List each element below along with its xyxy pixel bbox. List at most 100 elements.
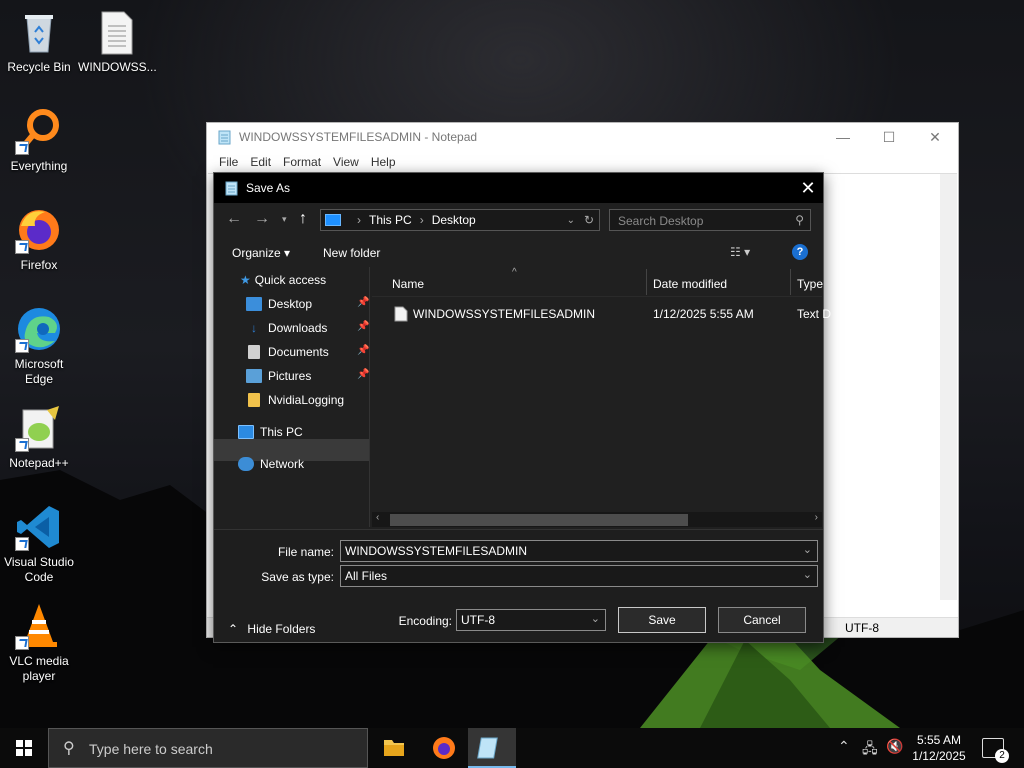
file-name-input[interactable]: WINDOWSSYSTEMFILESADMIN ⌄	[340, 540, 818, 562]
notepad-title: WINDOWSSYSTEMFILESADMIN - Notepad	[239, 130, 478, 144]
desktop-icon-visual-studio-code[interactable]: Visual Studio Code	[1, 503, 77, 585]
breadcrumb-this-pc[interactable]: This PC	[369, 213, 412, 227]
sidebar-item-nvidialogging[interactable]: NvidiaLogging	[246, 389, 344, 411]
table-row[interactable]: WINDOWSSYSTEMFILESADMIN 1/12/2025 5:55 A…	[372, 303, 831, 325]
chevron-down-icon[interactable]: ⌄	[591, 612, 600, 625]
sidebar-item-downloads[interactable]: ↓ Downloads	[246, 317, 327, 339]
chevron-down-icon[interactable]: ⌄	[803, 543, 812, 556]
chevron-down-icon[interactable]: ⌄	[567, 215, 575, 226]
new-folder-button[interactable]: New folder	[323, 246, 380, 260]
sidebar-label: Pictures	[268, 369, 312, 383]
start-button[interactable]	[0, 728, 48, 768]
taskbar-firefox[interactable]	[420, 728, 468, 768]
scroll-left-icon[interactable]: ‹	[376, 512, 379, 523]
sidebar-item-network[interactable]: Network	[238, 453, 304, 475]
column-date-modified[interactable]: Date modified	[653, 277, 727, 291]
column-divider[interactable]	[790, 269, 791, 295]
recent-chevron-down-icon[interactable]: ▾	[282, 209, 287, 229]
search-input[interactable]: Search Desktop ⚲	[609, 209, 811, 231]
notepad-icon	[477, 737, 498, 759]
pin-icon[interactable]: 📌	[357, 297, 369, 308]
breadcrumb-desktop[interactable]: Desktop	[432, 213, 476, 227]
shortcut-arrow-icon	[15, 240, 29, 254]
desktop-icon-label: Notepad++	[9, 456, 69, 470]
notepad-icon	[218, 130, 231, 145]
encoding-select[interactable]: UTF-8 ⌄	[456, 609, 606, 631]
desktop-icon-label: Everything	[10, 159, 68, 173]
search-icon: ⚲	[795, 213, 804, 227]
notepad-icon	[225, 181, 238, 196]
notification-count: 2	[995, 749, 1009, 763]
firefox-icon	[433, 737, 455, 759]
back-arrow-icon[interactable]: ←	[226, 209, 242, 229]
refresh-icon[interactable]: ↻	[584, 213, 594, 227]
menu-edit[interactable]: Edit	[244, 155, 277, 169]
desktop-icon-vlc[interactable]: VLC media player	[1, 602, 77, 684]
pin-icon[interactable]: 📌	[357, 321, 369, 332]
desktop-icon-recycle-bin[interactable]: Recycle Bin	[1, 8, 77, 75]
vscode-icon	[15, 503, 63, 551]
column-divider[interactable]	[646, 269, 647, 295]
sidebar-item-quick-access[interactable]: ★ Quick access	[240, 269, 326, 291]
save-as-type-select[interactable]: All Files ⌄	[340, 565, 818, 587]
taskbar-notepad[interactable]	[468, 728, 516, 768]
desktop-icon-notepad-plus-plus[interactable]: Notepad++	[1, 404, 77, 471]
menu-file[interactable]: File	[213, 155, 244, 169]
shortcut-arrow-icon	[15, 339, 29, 353]
taskbar-file-explorer[interactable]	[370, 728, 418, 768]
volume-muted-icon[interactable]: 🔇	[886, 738, 903, 768]
notepad-titlebar[interactable]: WINDOWSSYSTEMFILESADMIN - Notepad — ☐ ✕	[207, 123, 958, 151]
sidebar-item-pictures[interactable]: Pictures	[246, 365, 311, 387]
forward-arrow-icon[interactable]: →	[254, 209, 270, 229]
help-icon[interactable]: ?	[792, 244, 808, 260]
edge-icon	[15, 305, 63, 353]
cancel-button[interactable]: Cancel	[718, 607, 806, 633]
desktop-icon-microsoft-edge[interactable]: Microsoft Edge	[1, 305, 77, 387]
close-button[interactable]: ✕	[912, 129, 958, 146]
this-pc-icon	[325, 214, 341, 226]
system-clock[interactable]: 5:55 AM 1/12/2025	[905, 732, 973, 764]
status-encoding: UTF-8	[845, 621, 879, 635]
scroll-thumb[interactable]	[390, 514, 688, 526]
dialog-close-button[interactable]: ✕	[793, 173, 823, 203]
chevron-up-icon: ⌃	[228, 622, 239, 636]
column-name[interactable]: Name	[392, 277, 424, 291]
sidebar-item-desktop[interactable]: Desktop	[246, 293, 312, 315]
menu-help[interactable]: Help	[365, 155, 402, 169]
scroll-right-icon[interactable]: ›	[815, 512, 818, 523]
minimize-button[interactable]: —	[820, 129, 866, 146]
chevron-down-icon[interactable]: ⌄	[803, 568, 812, 581]
horizontal-scrollbar[interactable]: ‹ ›	[372, 512, 822, 527]
file-type: Text D	[797, 307, 832, 321]
shortcut-arrow-icon	[15, 537, 29, 551]
menu-view[interactable]: View	[327, 155, 365, 169]
notification-center-icon[interactable]: 2	[982, 738, 1009, 763]
column-type[interactable]: Type	[797, 277, 823, 291]
sidebar-item-documents[interactable]: Documents	[246, 341, 329, 363]
desktop-icon-windowss-file[interactable]: WINDOWSS...	[78, 8, 157, 75]
hide-folders-button[interactable]: ⌃ Hide Folders	[228, 622, 315, 636]
vertical-scrollbar[interactable]	[940, 174, 957, 600]
download-arrow-icon: ↓	[251, 321, 257, 335]
network-status-icon[interactable]: 🖧	[862, 738, 878, 768]
save-button[interactable]: Save	[618, 607, 706, 633]
up-arrow-icon[interactable]: ↑	[299, 209, 307, 229]
desktop-icon-everything[interactable]: Everything	[1, 107, 77, 174]
pin-icon[interactable]: 📌	[357, 369, 369, 380]
view-options-icon[interactable]: ☷ ▾	[730, 245, 750, 259]
show-hidden-icons-chevron-icon[interactable]: ⌃	[838, 738, 850, 768]
taskbar-search-box[interactable]: ⚲ Type here to search	[48, 728, 368, 768]
desktop-icon-firefox[interactable]: Firefox	[1, 206, 77, 273]
menu-format[interactable]: Format	[277, 155, 327, 169]
desktop-icon-label: Recycle Bin	[7, 60, 71, 74]
organize-button[interactable]: Organize ▾	[232, 246, 290, 260]
text-file-icon	[92, 8, 140, 56]
sidebar-label: Network	[260, 457, 305, 471]
pin-icon[interactable]: 📌	[357, 345, 369, 356]
dialog-titlebar[interactable]: Save As ✕	[214, 173, 823, 203]
address-bar[interactable]: › This PC › Desktop ⌄ ↻	[320, 209, 600, 231]
everything-search-icon	[15, 107, 63, 155]
maximize-button[interactable]: ☐	[866, 129, 912, 146]
sidebar-item-this-pc[interactable]: This PC	[238, 421, 303, 443]
sidebar-label: Documents	[268, 345, 329, 359]
